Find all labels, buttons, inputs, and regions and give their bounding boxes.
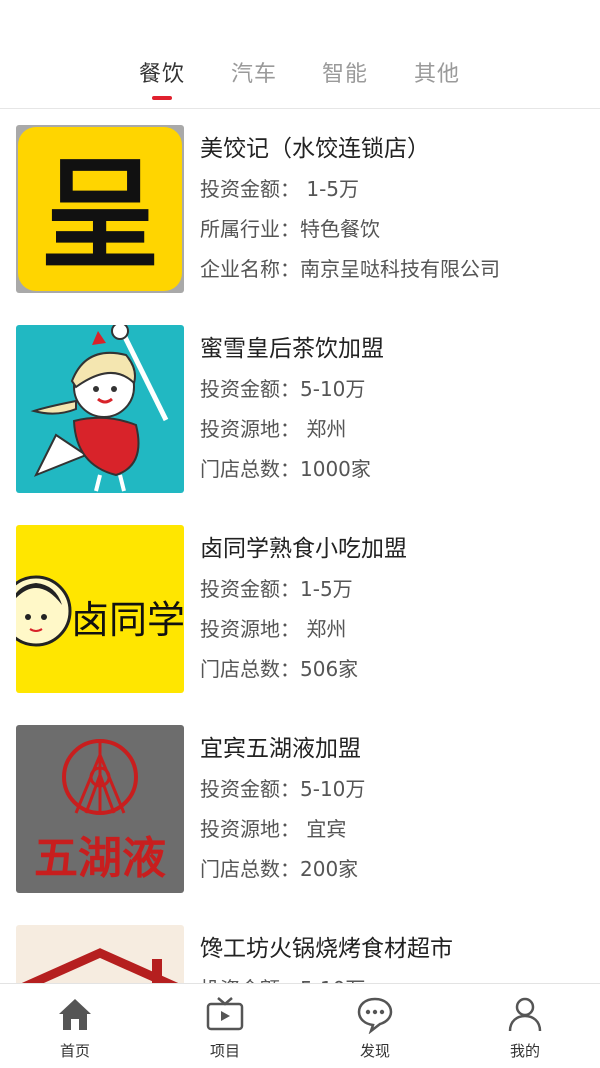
nav-projects-label: 项目 <box>209 1042 240 1060</box>
nav-home[interactable]: 首页 <box>25 994 125 1064</box>
item-title: 馋工坊火锅烧烤食材超市 <box>200 936 453 962</box>
item-store-count: 门店总数：200家 <box>200 857 359 881</box>
item-origin: 投资源地： 郑州 <box>200 617 347 641</box>
item-industry: 所属行业：特色餐饮 <box>200 217 380 241</box>
item-title: 蜜雪皇后茶饮加盟 <box>200 336 384 362</box>
category-tabs: 餐饮 汽车 智能 其他 <box>0 0 600 109</box>
nav-projects[interactable]: 项目 <box>175 994 275 1064</box>
franchise-list: 呈 美饺记（水饺连锁店） 投资金额： 1-5万 所属行业：特色餐饮 企业名称：南… <box>0 109 600 983</box>
item-investment: 投资金额：1-5万 <box>200 577 353 601</box>
nav-home-label: 首页 <box>59 1042 90 1060</box>
logo-text: 呈 <box>40 147 160 286</box>
chat-bubble-icon <box>357 997 393 1034</box>
item-origin: 投资源地： 宜宾 <box>200 817 347 841</box>
brand-logo-lutongxue: 卤同学 <box>16 525 184 693</box>
list-item-mixue[interactable]: 蜜雪皇后茶饮加盟 投资金额：5-10万 投资源地： 郑州 门店总数：1000家 <box>0 309 600 509</box>
nav-discover[interactable]: 发现 <box>325 994 425 1064</box>
item-investment: 投资金额：5-10万 <box>200 377 366 401</box>
brand-logo-wuhuye: 五湖液 <box>16 725 184 893</box>
list-item-lutongxue[interactable]: 卤同学 卤同学熟食小吃加盟 投资金额：1-5万 投资源地： 郑州 门店总数：50… <box>0 509 600 709</box>
item-origin: 投资源地： 郑州 <box>200 417 347 441</box>
tab-catering[interactable]: 餐饮 <box>139 56 185 88</box>
nav-mine[interactable]: 我的 <box>475 994 575 1064</box>
item-investment: 投资金额：5-10万 <box>200 777 366 801</box>
logo-text: 卤同学 <box>71 598 184 642</box>
list-item-meijiaoji[interactable]: 呈 美饺记（水饺连锁店） 投资金额： 1-5万 所属行业：特色餐饮 企业名称：南… <box>0 109 600 309</box>
item-investment: 投资金额： 1-5万 <box>200 177 360 201</box>
tab-automobile[interactable]: 汽车 <box>231 56 277 88</box>
item-title: 美饺记（水饺连锁店） <box>200 136 430 162</box>
logo-text: 五湖液 <box>34 833 166 884</box>
item-title: 宜宾五湖液加盟 <box>200 736 361 762</box>
item-store-count: 门店总数：1000家 <box>200 457 371 481</box>
home-icon <box>59 999 91 1030</box>
item-investment: 投资金额：5-10万 <box>200 973 365 983</box>
brand-logo-changongfang <box>16 925 184 983</box>
brand-logo-mixue <box>16 325 184 493</box>
user-icon <box>508 997 542 1032</box>
list-item-wuhuye[interactable]: 五湖液 宜宾五湖液加盟 投资金额：5-10万 投资源地： 宜宾 门店总数：200… <box>0 709 600 909</box>
item-company: 企业名称：南京呈哒科技有限公司 <box>200 257 500 281</box>
item-title: 卤同学熟食小吃加盟 <box>200 536 407 562</box>
list-item-changongfang[interactable]: 馋工坊火锅烧烤食材超市 投资金额：5-10万 <box>0 909 600 983</box>
nav-discover-label: 发现 <box>359 1042 390 1060</box>
nav-mine-label: 我的 <box>509 1042 540 1060</box>
tab-smart[interactable]: 智能 <box>322 56 368 88</box>
active-tab-indicator <box>152 96 172 100</box>
tab-other[interactable]: 其他 <box>414 56 460 88</box>
bottom-nav: 首页 项目 发现 我的 <box>0 983 600 1068</box>
brand-logo-meijiaoji: 呈 <box>16 125 184 293</box>
tv-icon <box>206 997 244 1031</box>
item-store-count: 门店总数：506家 <box>200 657 359 681</box>
